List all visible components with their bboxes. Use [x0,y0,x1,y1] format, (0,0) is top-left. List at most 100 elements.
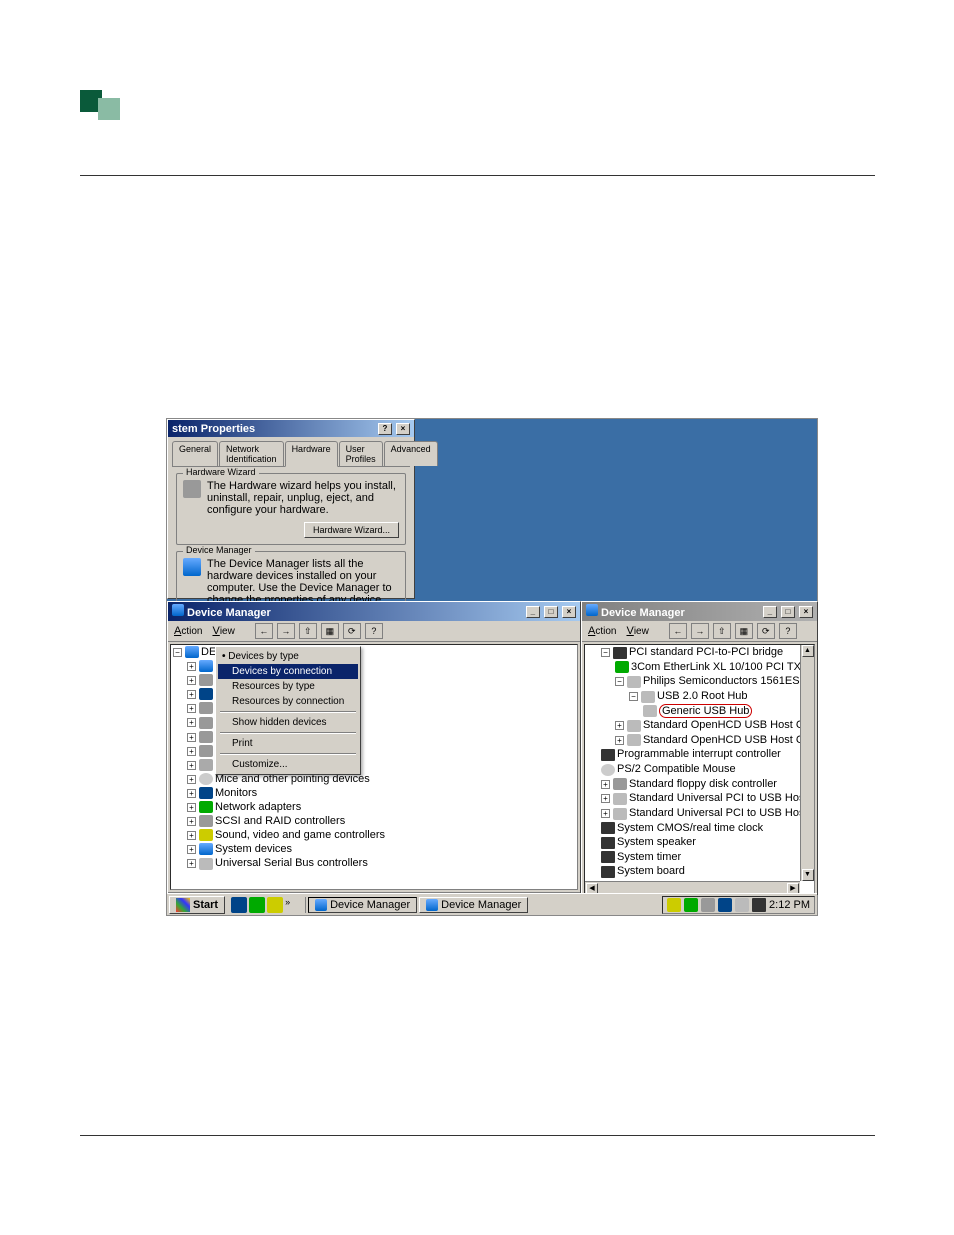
expand-icon[interactable]: + [187,789,196,798]
tab-advanced[interactable]: Advanced [384,441,438,466]
forward-button[interactable]: → [277,623,295,639]
collapse-icon[interactable]: − [601,648,610,657]
minimize-button[interactable]: _ [526,606,540,618]
tree-item[interactable]: Standard OpenHCD USB Host Controller [643,719,815,731]
refresh-button[interactable]: ⟳ [343,623,361,639]
properties-button[interactable]: ▦ [321,623,339,639]
tray-icon[interactable] [684,898,698,912]
menu-view[interactable]: View [626,625,648,637]
menu-show-hidden[interactable]: Show hidden devices [218,715,358,730]
refresh-button[interactable]: ⟳ [757,623,775,639]
tray-icon[interactable] [735,898,749,912]
tree-item[interactable]: USB 2.0 Root Hub [657,690,748,702]
expand-icon[interactable]: + [187,690,196,699]
close-button[interactable]: × [396,423,410,435]
show-desktop-icon[interactable] [231,897,247,913]
help-button[interactable]: ? [365,623,383,639]
hardware-wizard-button[interactable]: Hardware Wizard... [304,522,399,538]
device-tree[interactable]: −DE +Computer +Disk drives +Display adap… [170,644,578,890]
expand-icon[interactable]: + [187,761,196,770]
back-button[interactable]: ← [255,623,273,639]
scroll-down-icon[interactable]: ▼ [802,869,814,881]
tree-item[interactable]: System devices [215,843,292,855]
expand-icon[interactable]: + [187,775,196,784]
expand-icon[interactable]: + [187,859,196,868]
help-button[interactable]: ? [378,423,392,435]
tree-item[interactable]: Standard OpenHCD USB Host Controller [643,734,815,746]
expand-icon[interactable]: + [615,736,624,745]
menu-action[interactable]: Action [588,625,616,637]
back-button[interactable]: ← [669,623,687,639]
tree-item[interactable]: Monitors [215,787,257,799]
maximize-button[interactable]: □ [544,606,558,618]
maximize-button[interactable]: □ [781,606,795,618]
up-button[interactable]: ⇧ [299,623,317,639]
expand-icon[interactable]: + [187,662,196,671]
tree-item[interactable]: Network adapters [215,801,301,813]
taskbar-item-device-manager-2[interactable]: Device Manager [419,897,528,913]
tray-icon[interactable] [752,898,766,912]
menu-view[interactable]: View [212,625,234,637]
device-tree[interactable]: − PCI standard PCI-to-PCI bridge 3Com Eth… [584,644,815,896]
outlook-icon[interactable] [267,897,283,913]
expand-icon[interactable]: + [601,809,610,818]
expand-icon[interactable]: + [187,676,196,685]
dialog-titlebar[interactable]: stem Properties ? × [168,420,414,437]
tree-root[interactable]: DE [201,646,216,658]
properties-button[interactable]: ▦ [735,623,753,639]
menu-resources-by-type[interactable]: Resources by type [218,679,358,694]
menu-devices-by-type[interactable]: Devices by type [218,649,358,664]
tree-item[interactable]: System speaker [617,836,696,848]
menu-customize[interactable]: Customize... [218,757,358,772]
expand-icon[interactable]: + [187,845,196,854]
expand-icon[interactable]: + [187,704,196,713]
close-button[interactable]: × [562,606,576,618]
menu-devices-by-connection[interactable]: Devices by connection [218,664,358,679]
collapse-icon[interactable]: − [615,677,624,686]
ie-icon[interactable] [249,897,265,913]
window-titlebar[interactable]: Device Manager _ □ × [582,602,817,621]
expand-icon[interactable]: + [601,794,610,803]
tray-icon[interactable] [718,898,732,912]
tab-hardware[interactable]: Hardware [285,441,338,467]
tab-network-identification[interactable]: Network Identification [219,441,284,466]
help-button[interactable]: ? [779,623,797,639]
tree-item[interactable]: 3Com EtherLink XL 10/100 PCI TX NIC (3C9… [631,661,815,673]
tray-icon[interactable] [667,898,681,912]
expand-icon[interactable]: + [187,747,196,756]
start-button[interactable]: Start [169,896,225,914]
tree-item[interactable]: Standard floppy disk controller [629,778,777,790]
scroll-up-icon[interactable]: ▲ [802,645,814,657]
menu-action[interactable]: AActionction [174,625,202,637]
clock[interactable]: 2:12 PM [769,899,810,911]
up-button[interactable]: ⇧ [713,623,731,639]
expand-icon[interactable]: + [615,721,624,730]
expand-icon[interactable]: + [601,780,610,789]
tab-user-profiles[interactable]: User Profiles [339,441,383,466]
tree-item[interactable]: Standard Universal PCI to USB Host Contr… [629,807,815,819]
collapse-icon[interactable]: − [629,692,638,701]
expand-icon[interactable]: + [187,803,196,812]
tree-item[interactable]: Philips Semiconductors 1561ES5 April Drv… [643,675,815,687]
menu-resources-by-connection[interactable]: Resources by connection [218,694,358,709]
expand-icon[interactable]: + [187,817,196,826]
menu-print[interactable]: Print [218,736,358,751]
tree-item[interactable]: System timer [617,851,681,863]
tree-item[interactable]: System board [617,865,685,877]
tree-item-highlighted[interactable]: Generic USB Hub [659,704,752,718]
tray-icon[interactable] [701,898,715,912]
tree-item[interactable]: Universal Serial Bus controllers [215,857,368,869]
tree-item[interactable]: System CMOS/real time clock [617,822,763,834]
close-button[interactable]: × [799,606,813,618]
forward-button[interactable]: → [691,623,709,639]
tree-item[interactable]: SCSI and RAID controllers [215,815,345,827]
minimize-button[interactable]: _ [763,606,777,618]
tree-item[interactable]: Programmable interrupt controller [617,748,781,760]
tree-item[interactable]: PS/2 Compatible Mouse [617,763,736,775]
window-titlebar[interactable]: Device Manager _ □ × [168,602,580,621]
expand-icon[interactable]: + [187,831,196,840]
tree-item[interactable]: Standard Universal PCI to USB Host Contr… [629,792,815,804]
tree-item[interactable]: Sound, video and game controllers [215,829,385,841]
tree-item[interactable]: PCI standard PCI-to-PCI bridge [629,646,783,658]
collapse-icon[interactable]: − [173,648,182,657]
